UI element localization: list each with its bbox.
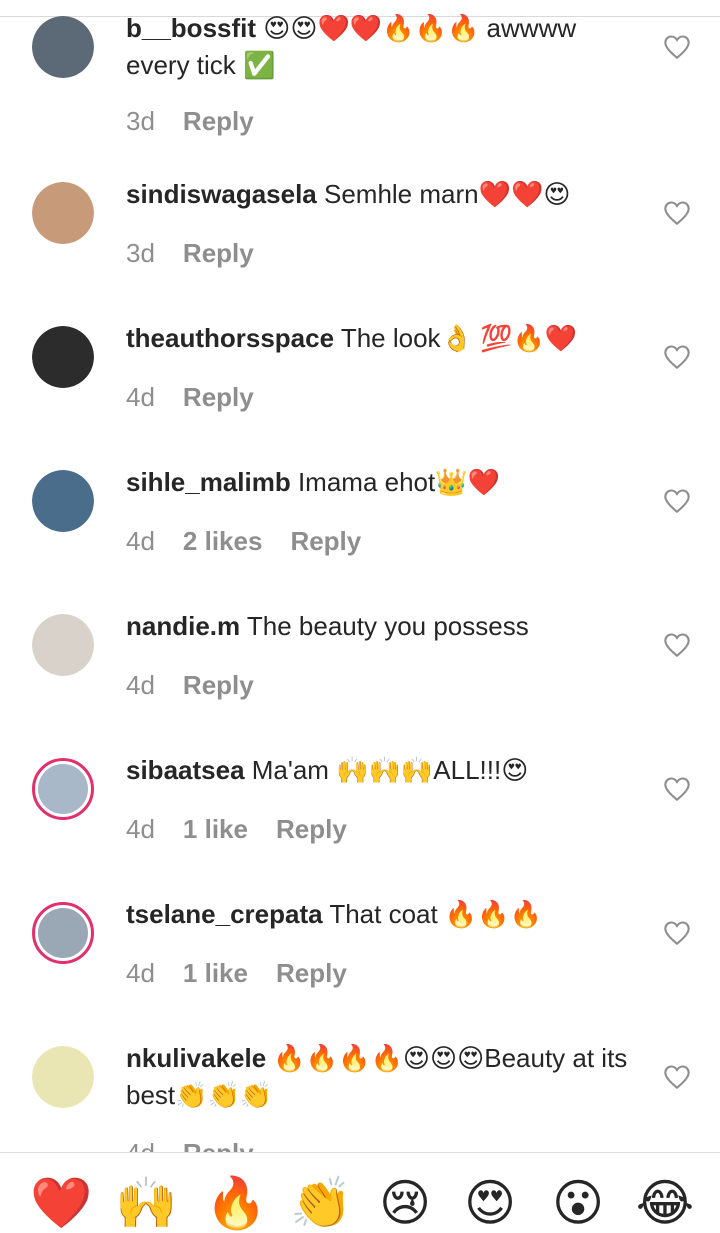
comment-body: Ma'am 🙌🙌🙌ALL!!!😍: [244, 755, 529, 785]
like-heart-icon[interactable]: [663, 920, 691, 946]
avatar[interactable]: [32, 470, 94, 532]
comment-text: sindiswagasela Semhle marn❤️❤️😍: [126, 176, 646, 213]
like-heart-icon[interactable]: [663, 1064, 691, 1090]
heart-emoji-button[interactable]: ❤️: [30, 1173, 92, 1233]
comment-text: tselane_crepata That coat 🔥🔥🔥: [126, 896, 646, 933]
avatar-image: [32, 470, 94, 532]
comment-body: Semhle marn❤️❤️😍: [316, 179, 571, 209]
reply-button[interactable]: Reply: [183, 238, 254, 268]
comment-time: 3d: [126, 238, 155, 268]
like-heart-icon[interactable]: [663, 488, 691, 514]
avatar[interactable]: [32, 1046, 94, 1108]
comment-text: nkulivakele 🔥🔥🔥🔥😍😍😍Beauty at its best👏👏👏: [126, 1040, 646, 1114]
comment-text: nandie.m The beauty you possess: [126, 608, 646, 645]
like-heart-icon[interactable]: [663, 344, 691, 370]
avatar-image: [32, 182, 94, 244]
raised-hands-emoji-button[interactable]: 🙌: [115, 1173, 177, 1233]
comment-meta: 3d Reply: [126, 238, 282, 269]
comment-likes-count[interactable]: 2 likes: [183, 526, 263, 556]
comment-username[interactable]: tselane_crepata: [126, 899, 323, 929]
avatar-image: [38, 764, 88, 814]
comment-body: That coat 🔥🔥🔥: [322, 899, 543, 929]
comment-meta: 4d 1 like Reply: [126, 814, 375, 845]
quick-reaction-bar: ❤️ 🙌 🔥 👏 😢 😍 😮 😂: [0, 1152, 720, 1231]
avatar-image: [32, 614, 94, 676]
comment-text: sihle_malimb Imama ehot👑❤️: [126, 464, 646, 501]
comment-time: 4d: [126, 814, 155, 844]
heart-eyes-emoji-button[interactable]: 😍: [460, 1173, 520, 1233]
avatar[interactable]: [32, 16, 94, 78]
comment-username[interactable]: theauthorsspace: [126, 323, 334, 353]
clapping-emoji-button[interactable]: 👏: [290, 1173, 352, 1233]
comment-meta: 4d Reply: [126, 382, 282, 413]
comment-meta: 4d 2 likes Reply: [126, 526, 389, 557]
comment-username[interactable]: sibaatsea: [126, 755, 245, 785]
avatar[interactable]: [32, 182, 94, 244]
reply-button[interactable]: Reply: [183, 106, 254, 136]
comment-body: The look👌 💯🔥❤️: [334, 323, 578, 353]
like-heart-icon[interactable]: [663, 632, 691, 658]
comment-body: Imama ehot👑❤️: [290, 467, 500, 497]
avatar[interactable]: [32, 326, 94, 388]
comment-meta: 4d Reply: [126, 670, 282, 701]
like-heart-icon[interactable]: [663, 776, 691, 802]
comment-time: 4d: [126, 958, 155, 988]
avatar[interactable]: [32, 758, 94, 820]
laughing-emoji-button[interactable]: 😂: [635, 1173, 695, 1233]
comment-text: b__bossfit 😍😍❤️❤️🔥🔥🔥 awwww every tick ✅: [126, 10, 646, 84]
reply-button[interactable]: Reply: [290, 526, 361, 556]
comment-text: sibaatsea Ma'am 🙌🙌🙌ALL!!!😍: [126, 752, 646, 789]
comment-meta: 3d Reply: [126, 106, 282, 137]
comment-time: 4d: [126, 526, 155, 556]
comment-body: The beauty you possess: [240, 611, 529, 641]
comment-username[interactable]: b__bossfit: [126, 13, 256, 43]
comment-text: theauthorsspace The look👌 💯🔥❤️: [126, 320, 646, 357]
comment-time: 3d: [126, 106, 155, 136]
like-heart-icon[interactable]: [663, 200, 691, 226]
comment-time: 4d: [126, 382, 155, 412]
reply-button[interactable]: Reply: [276, 814, 347, 844]
avatar-image: [38, 908, 88, 958]
avatar-image: [32, 326, 94, 388]
like-heart-icon[interactable]: [663, 34, 691, 60]
reply-button[interactable]: Reply: [183, 670, 254, 700]
comment-username[interactable]: sindiswagasela: [126, 179, 317, 209]
surprised-emoji-button[interactable]: 😮: [548, 1173, 608, 1233]
avatar[interactable]: [32, 902, 94, 964]
avatar-image: [32, 16, 94, 78]
comment-time: 4d: [126, 670, 155, 700]
avatar-image: [32, 1046, 94, 1108]
comment-username[interactable]: nkulivakele: [126, 1043, 266, 1073]
reply-button[interactable]: Reply: [276, 958, 347, 988]
avatar[interactable]: [32, 614, 94, 676]
comment-likes-count[interactable]: 1 like: [183, 958, 248, 988]
reply-button[interactable]: Reply: [183, 382, 254, 412]
comment-username[interactable]: sihle_malimb: [126, 467, 291, 497]
comment-likes-count[interactable]: 1 like: [183, 814, 248, 844]
comment-username[interactable]: nandie.m: [126, 611, 240, 641]
comment-meta: 4d 1 like Reply: [126, 958, 375, 989]
crying-emoji-button[interactable]: 😢: [375, 1173, 435, 1233]
fire-emoji-button[interactable]: 🔥: [205, 1173, 267, 1233]
